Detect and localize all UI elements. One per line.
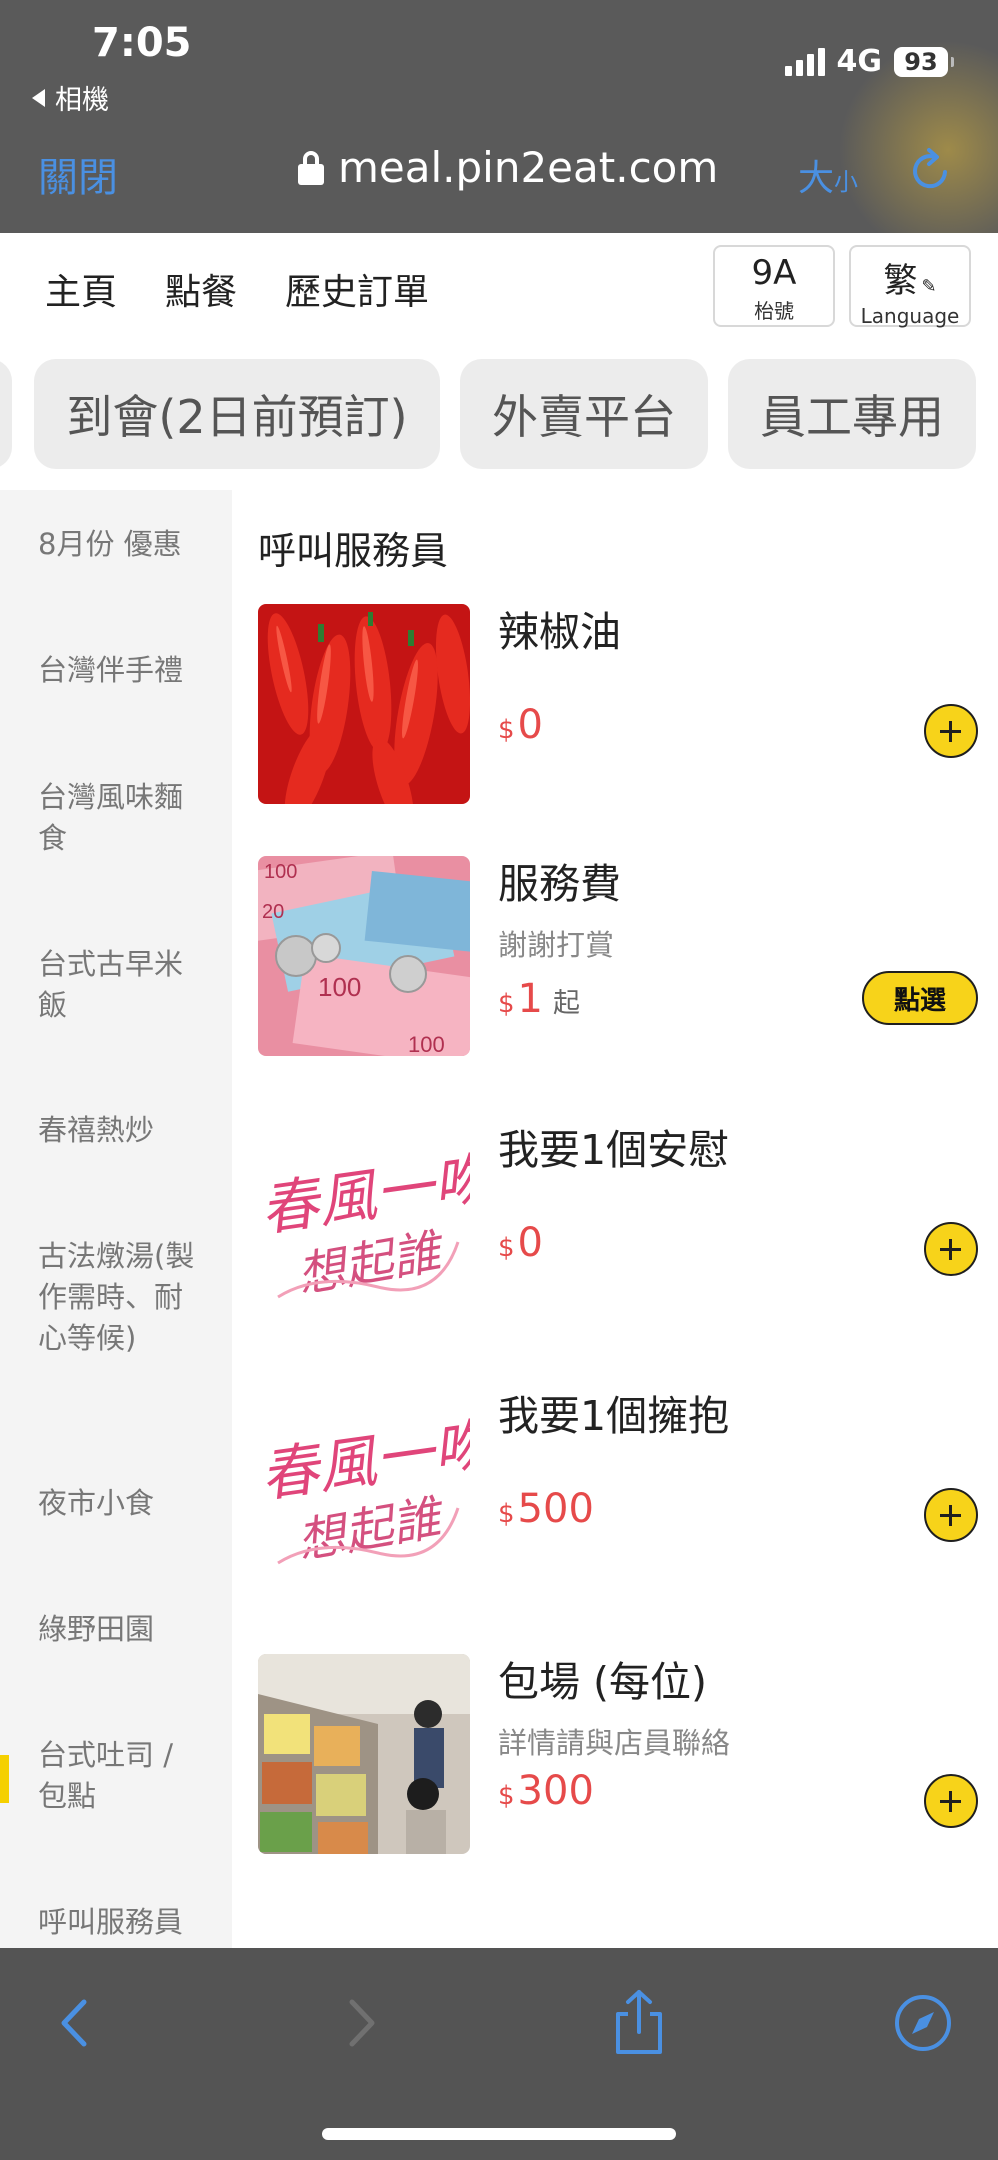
compass-icon[interactable] [888, 1988, 958, 2058]
sidebar-item-stir-fry[interactable]: 春禧熱炒 [38, 1110, 208, 1151]
address-bar: 關閉 meal.pin2eat.com 大小 [0, 135, 998, 205]
battery-icon: 93 [894, 46, 954, 77]
add-button[interactable] [924, 1488, 978, 1542]
category-pill-staff[interactable]: 員工專用 [728, 359, 976, 469]
back-arrow-icon[interactable] [40, 1988, 110, 2058]
language-button[interactable]: 繁 ✎ Language [849, 245, 971, 328]
item-name: 辣椒油 [498, 608, 621, 656]
category-pill-catering[interactable]: 到會(2日前預訂) [34, 359, 440, 469]
category-pill-partial[interactable] [0, 359, 12, 469]
item-name: 我要1個安慰 [498, 1126, 730, 1174]
sidebar-item-call-staff[interactable]: 呼叫服務員 [38, 1902, 208, 1943]
svg-text:春風一吻: 春風一吻 [258, 1410, 470, 1511]
table-number-box[interactable]: 9A 枱號 [713, 245, 835, 327]
browser-top-bar: 7:05 相機 4G 93 關閉 meal.pin2eat.com 大小 [0, 0, 998, 233]
back-triangle-icon [32, 88, 45, 107]
item-price: $1 起 [498, 976, 580, 1022]
language-char: 繁 [883, 261, 918, 301]
add-button[interactable] [924, 1774, 978, 1828]
menu-item[interactable]: 包場 (每位) 詳情請與店員聯絡 $300 [258, 1654, 978, 1854]
category-pill-bar: 到會(2日前預訂) 外賣平台 員工專用 [0, 345, 998, 475]
item-desc: 詳情請與店員聯絡 [498, 1726, 731, 1760]
chili-image [258, 604, 470, 804]
pencil-icon: ✎ [921, 276, 937, 297]
text-size-button[interactable]: 大小 [798, 149, 858, 201]
battery-level: 93 [904, 47, 938, 76]
back-to-app-link[interactable]: 相機 [32, 78, 109, 117]
item-price: $0 [498, 1220, 543, 1266]
sidebar-item-night-market[interactable]: 夜市小食 [38, 1483, 208, 1524]
tab-history[interactable]: 歷史訂單 [285, 263, 429, 315]
item-name: 服務費 [498, 860, 621, 908]
menu-list: 呼叫服務員 辣椒油 $0 100 20 100 100 服務費 謝謝打賞 $1 … [232, 490, 998, 1950]
sidebar-active-marker [0, 1755, 9, 1803]
calligraphy-image: 春風一吻 想起誰 [258, 1388, 470, 1588]
item-price: $500 [498, 1486, 594, 1532]
category-pill-delivery[interactable]: 外賣平台 [460, 359, 708, 469]
section-title: 呼叫服務員 [258, 529, 449, 573]
item-price: $300 [498, 1768, 594, 1814]
lock-icon [298, 150, 324, 185]
app-nav: 主頁 點餐 歷史訂單 9A 枱號 繁 ✎ Language [0, 233, 998, 355]
status-time: 7:05 [92, 20, 192, 66]
banknotes-image: 100 20 100 100 [258, 856, 470, 1056]
back-app-label: 相機 [55, 85, 109, 116]
sidebar-item-greens[interactable]: 綠野田園 [38, 1609, 208, 1650]
forward-arrow-icon[interactable] [326, 1988, 396, 2058]
item-name: 包場 (每位) [498, 1658, 708, 1706]
item-name: 我要1個擁抱 [498, 1392, 730, 1440]
menu-item[interactable]: 春風一吻 想起誰 我要1個擁抱 $500 [258, 1388, 978, 1588]
table-number: 9A [751, 253, 797, 293]
url-field[interactable]: meal.pin2eat.com [298, 143, 718, 192]
browser-toolbar [0, 1948, 998, 2160]
sidebar-item-taiwan-noodles[interactable]: 台灣風味麵食 [38, 777, 208, 859]
status-indicators: 4G 93 [784, 44, 954, 79]
svg-text:春風一吻: 春風一吻 [258, 1144, 470, 1245]
add-button[interactable] [924, 704, 978, 758]
language-label: Language [860, 304, 960, 328]
close-button[interactable]: 關閉 [38, 145, 118, 203]
sidebar-item-taiwan-gifts[interactable]: 台灣伴手禮 [38, 650, 208, 691]
sidebar-item-august-offer[interactable]: 8月份 優惠 [38, 524, 208, 565]
sidebar-item-stewed-soup[interactable]: 古法燉湯(製作需時、耐心等候) [38, 1236, 208, 1359]
sidebar-item-toast[interactable]: 台式吐司 / 包點 [38, 1735, 208, 1817]
svg-text:100: 100 [408, 1032, 445, 1056]
tab-order[interactable]: 點餐 [165, 263, 237, 355]
menu-item[interactable]: 100 20 100 100 服務費 謝謝打賞 $1 起 點選 [258, 856, 978, 1056]
sidebar-item-taiwan-rice[interactable]: 台式古早米飯 [38, 944, 208, 1026]
item-desc: 謝謝打賞 [498, 928, 615, 962]
buffet-image [258, 1654, 470, 1854]
url-text: meal.pin2eat.com [338, 143, 719, 192]
svg-text:20: 20 [262, 901, 284, 923]
menu-item[interactable]: 辣椒油 $0 [258, 604, 978, 804]
menu-item[interactable]: 春風一吻 想起誰 我要1個安慰 $0 [258, 1122, 978, 1322]
svg-text:100: 100 [318, 972, 361, 1002]
choose-button[interactable]: 點選 [862, 971, 978, 1025]
calligraphy-image: 春風一吻 想起誰 [258, 1122, 470, 1322]
add-button[interactable] [924, 1222, 978, 1276]
network-type: 4G [836, 44, 883, 79]
item-price: $0 [498, 702, 543, 748]
table-number-label: 枱號 [754, 299, 794, 323]
signal-icon [784, 47, 825, 76]
tab-home[interactable]: 主頁 [45, 263, 117, 315]
category-sidebar: 8月份 優惠 台灣伴手禮 台灣風味麵食 台式古早米飯 春禧熱炒 古法燉湯(製作需… [0, 490, 232, 1950]
svg-text:100: 100 [264, 861, 297, 883]
home-indicator [322, 2128, 676, 2140]
reload-icon[interactable] [905, 145, 955, 195]
share-icon[interactable] [604, 1988, 674, 2058]
